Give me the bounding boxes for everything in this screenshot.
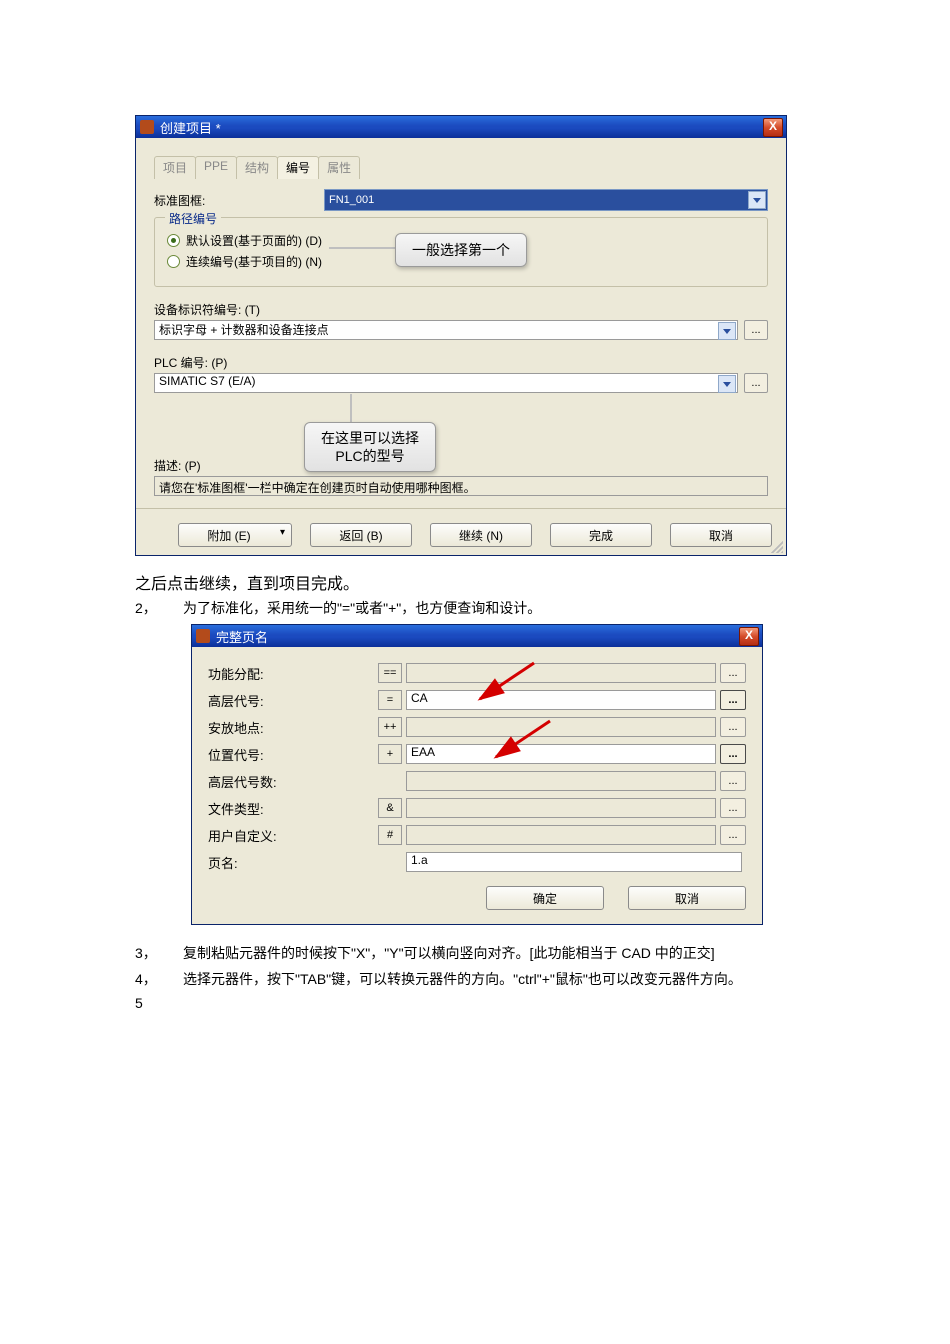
text-field[interactable] — [406, 663, 716, 683]
instruction-line1: 之后点击继续，直到项目完成。 — [135, 570, 815, 594]
dialog2-title: 完整页名 — [216, 627, 268, 646]
field-label: 用户自定义: — [208, 826, 378, 845]
back-button[interactable]: 返回 (B) — [310, 523, 412, 547]
callout2-pointer — [350, 394, 352, 424]
callout2-line2: PLC的型号 — [335, 448, 404, 464]
prefix-box: # — [378, 825, 402, 845]
prefix-box: & — [378, 798, 402, 818]
prefix-box: ++ — [378, 717, 402, 737]
app-icon — [196, 629, 210, 643]
item4-number: 4， — [135, 969, 183, 989]
callout-first-choice: 一般选择第一个 — [395, 233, 527, 267]
dialog2-titlebar[interactable]: 完整页名 X — [192, 625, 762, 647]
item5-number: 5 — [135, 995, 183, 1011]
std-frame-label: 标准图框: — [154, 192, 324, 209]
std-frame-value: FN1_001 — [329, 194, 374, 206]
tab-structure[interactable]: 结构 — [236, 156, 278, 179]
radio-sequential[interactable] — [167, 255, 180, 268]
text-field[interactable] — [406, 798, 716, 818]
radio-default[interactable] — [167, 234, 180, 247]
continue-button[interactable]: 继续 (N) — [430, 523, 532, 547]
desc-label: 描述: (P) — [154, 457, 768, 474]
tab-number[interactable]: 编号 — [277, 156, 319, 179]
plc-label: PLC 编号: (P) — [154, 354, 768, 371]
text-field[interactable]: EAA — [406, 744, 716, 764]
field-label: 高层代号: — [208, 691, 378, 710]
path-number-group: 路径编号 默认设置(基于页面的) (D) 连续编号(基于项目的) (N) 一般选… — [154, 217, 768, 287]
field-label: 安放地点: — [208, 718, 378, 737]
form-row: 页名: 1.a — [208, 852, 746, 872]
browse-button[interactable]: ... — [720, 690, 746, 710]
cancel-button[interactable]: 取消 — [628, 886, 746, 910]
item4-text: 选择元器件，按下"TAB"键，可以转换元器件的方向。"ctrl"+"鼠标"也可以… — [183, 969, 815, 989]
browse-button[interactable]: ... — [720, 744, 746, 764]
full-page-name-dialog: 完整页名 X 功能分配:==...高层代号:=CA...安放地点:++...位置… — [191, 624, 763, 925]
form-row: 位置代号:+EAA... — [208, 744, 746, 764]
form-row: 功能分配:==... — [208, 663, 746, 683]
close-button[interactable]: X — [739, 627, 759, 646]
tabs: 项目 PPE 结构 编号 属性 — [154, 156, 768, 179]
radio-default-label: 默认设置(基于页面的) (D) — [186, 232, 322, 249]
chevron-down-icon[interactable] — [718, 322, 736, 340]
field-label: 高层代号数: — [208, 772, 378, 791]
browse-button[interactable]: ... — [720, 717, 746, 737]
add-button[interactable]: 附加 (E) — [178, 523, 292, 547]
desc-field: 请您在'标准图框'一栏中确定在创建页时自动使用哪种图框。 — [154, 476, 768, 496]
item5-text — [183, 995, 815, 1011]
app-icon — [140, 120, 154, 134]
form-row: 高层代号:=CA... — [208, 690, 746, 710]
text-field[interactable] — [406, 771, 716, 791]
browse-button[interactable]: ... — [720, 663, 746, 683]
radio-sequential-label: 连续编号(基于项目的) (N) — [186, 253, 322, 270]
chevron-down-icon[interactable] — [718, 375, 736, 393]
field-label: 文件类型: — [208, 799, 378, 818]
dialog1-title: 创建项目 * — [160, 118, 221, 137]
text-field[interactable]: CA — [406, 690, 716, 710]
dialog1-button-row: 附加 (E) 返回 (B) 继续 (N) 完成 取消 — [136, 508, 786, 555]
callout-plc-type: 在这里可以选择 PLC的型号 — [304, 422, 436, 472]
form-row: 文件类型:&... — [208, 798, 746, 818]
item3-number: 3， — [135, 943, 183, 963]
text-field[interactable] — [406, 717, 716, 737]
plc-select[interactable]: SIMATIC S7 (E/A) — [154, 373, 738, 393]
text-field[interactable] — [406, 825, 716, 845]
tab-project[interactable]: 项目 — [154, 156, 196, 179]
item2-text: 为了标准化，采用统一的"="或者"+"，也方便查询和设计。 — [183, 598, 815, 618]
prefix-box: = — [378, 690, 402, 710]
item3-text: 复制粘贴元器件的时候按下"X"，"Y"可以横向竖向对齐。[此功能相当于 CAD … — [183, 943, 815, 963]
form-row: 用户自定义:#... — [208, 825, 746, 845]
form-row: 高层代号数:... — [208, 771, 746, 791]
ok-button[interactable]: 确定 — [486, 886, 604, 910]
std-frame-select[interactable]: FN1_001 — [324, 189, 768, 211]
tab-ppe[interactable]: PPE — [195, 156, 237, 179]
callout1-pointer — [329, 247, 397, 249]
device-id-value: 标识字母 + 计数器和设备连接点 — [159, 323, 329, 337]
chevron-down-icon[interactable] — [748, 191, 766, 209]
callout2-line1: 在这里可以选择 — [321, 430, 419, 446]
item2-number: 2， — [135, 598, 183, 618]
finish-button[interactable]: 完成 — [550, 523, 652, 547]
device-id-select[interactable]: 标识字母 + 计数器和设备连接点 — [154, 320, 738, 340]
field-label: 功能分配: — [208, 664, 378, 683]
create-project-dialog: 创建项目 * X 项目 PPE 结构 编号 属性 标准图框: FN1_001 — [135, 115, 787, 556]
path-number-legend: 路径编号 — [165, 210, 221, 227]
field-label: 页名: — [208, 853, 378, 872]
plc-value: SIMATIC S7 (E/A) — [159, 374, 255, 388]
prefix-box: + — [378, 744, 402, 764]
text-field[interactable]: 1.a — [406, 852, 742, 872]
dialog1-titlebar[interactable]: 创建项目 * X — [136, 116, 786, 138]
browse-button[interactable]: ... — [720, 771, 746, 791]
tab-attributes[interactable]: 属性 — [318, 156, 360, 179]
cancel-button[interactable]: 取消 — [670, 523, 772, 547]
resize-grip-icon[interactable] — [771, 541, 783, 553]
device-id-label: 设备标识符编号: (T) — [154, 301, 768, 318]
device-id-browse-button[interactable]: ... — [744, 320, 768, 340]
form-row: 安放地点:++... — [208, 717, 746, 737]
plc-browse-button[interactable]: ... — [744, 373, 768, 393]
browse-button[interactable]: ... — [720, 798, 746, 818]
browse-button[interactable]: ... — [720, 825, 746, 845]
prefix-box: == — [378, 663, 402, 683]
field-label: 位置代号: — [208, 745, 378, 764]
close-button[interactable]: X — [763, 118, 783, 137]
